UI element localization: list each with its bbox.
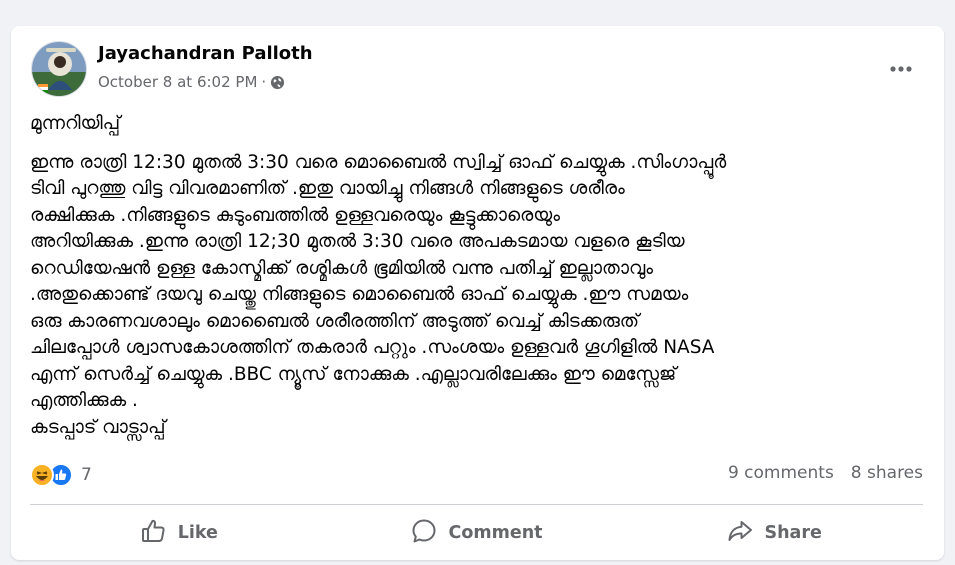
more-options-icon[interactable] (884, 55, 918, 83)
post-body-line: അറിയിക്കുക .ഇന്നു രാത്രി 12;30 മുതൽ 3:30… (30, 231, 685, 252)
post-timestamp[interactable]: October 8 at 6:02 PM (98, 73, 257, 91)
post-actions: Like Comment Share (30, 513, 923, 553)
comment-icon (410, 517, 438, 550)
author-name[interactable]: Jayachandran Palloth (98, 43, 313, 64)
avatar-image (32, 42, 86, 96)
post-card: Jayachandran Palloth October 8 at 6:02 P… (11, 26, 944, 560)
engagement-counts: 9 comments 8 shares (728, 463, 923, 483)
comment-button[interactable]: Comment (328, 513, 626, 553)
post-body-line: ടിവി പുറത്തു വിട്ട വിവരമാണിത് .ഇതു വായിച… (30, 178, 625, 199)
reaction-count: 7 (81, 465, 92, 485)
like-label: Like (177, 523, 218, 543)
post-body-line: ചിലപ്പോൾ ശ്വാസകോശത്തിന് തകരാർ പറ്റും .സം… (30, 337, 715, 358)
share-icon (726, 517, 754, 550)
shares-count[interactable]: 8 shares (851, 463, 923, 483)
post-header: Jayachandran Palloth October 8 at 6:02 P… (31, 41, 928, 97)
like-button[interactable]: Like (30, 513, 328, 553)
post-body-line: എത്തിക്കുക . (30, 390, 138, 411)
post-body-line: എന്ന് സെർച്ച് ചെയ്യുക .BBC ന്യൂസ് നോക്കു… (30, 363, 677, 385)
post-body-line: കടപ്പാട് വാട്സാപ്പ് (30, 416, 166, 438)
haha-reaction-icon (30, 463, 54, 487)
post-meta: October 8 at 6:02 PM · (98, 73, 285, 91)
comment-label: Comment (448, 523, 543, 543)
like-icon (140, 517, 168, 550)
share-button[interactable]: Share (625, 513, 923, 553)
meta-separator: · (261, 73, 267, 91)
share-label: Share (764, 523, 822, 543)
post-body: മുന്നറിയിപ്പ് ഇന്നു രാത്രി 12:30 മുതൽ 3:… (30, 111, 935, 441)
reactions-summary[interactable]: 7 (30, 463, 92, 487)
post-stats: 7 9 comments 8 shares (30, 461, 923, 491)
post-body-line: റെഡിയേഷൻ ഉള്ള കോസ്മിക്ക് രശ്മികൾ ഭൂമിയിൽ… (30, 257, 653, 279)
action-divider (30, 504, 923, 505)
globe-icon[interactable] (270, 75, 285, 90)
author-avatar[interactable] (31, 41, 87, 97)
post-body-line: ഒരു കാരണവശാലും മൊബൈൽ ശരീരത്തിന് അടുത്ത് … (30, 310, 640, 332)
post-body-line: ഇന്നു രാത്രി 12:30 മുതൽ 3:30 വരെ മൊബൈൽ സ… (30, 151, 727, 173)
post-body-line: .അതുക്കൊണ്ട് ദയവു ചെയ്തു നിങ്ങളുടെ മൊബൈൽ… (30, 284, 689, 305)
post-title: മുന്നറിയിപ്പ് (30, 113, 121, 134)
post-body-line: രക്ഷിക്കുക .നിങ്ങളുടെ കുടുംബത്തിൽ ഉള്ളവര… (30, 204, 560, 226)
comments-count[interactable]: 9 comments (728, 463, 834, 483)
